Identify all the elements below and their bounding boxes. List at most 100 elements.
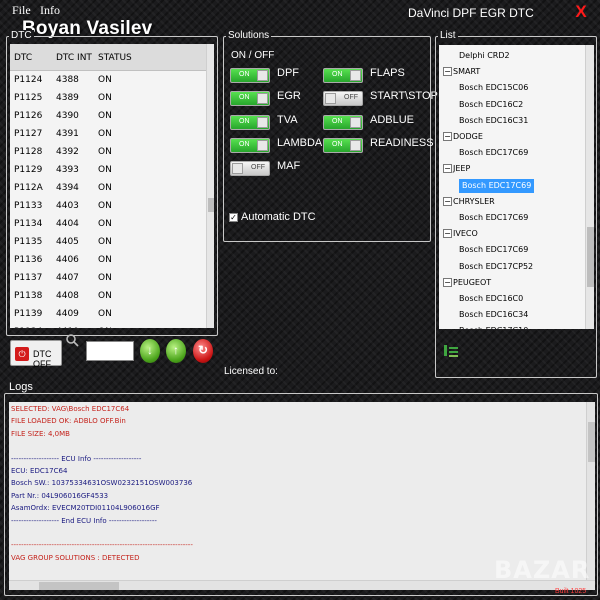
dtc-int-cell: 4405 — [56, 237, 79, 247]
tree-brand-node[interactable]: SMART — [453, 65, 480, 79]
dtc-int-cell: 4390 — [56, 111, 79, 121]
app-title: DaVinci DPF EGR DTC — [408, 6, 534, 20]
tree-tool-icon[interactable] — [443, 343, 459, 359]
delete-button[interactable]: ↻ — [193, 339, 213, 363]
dtc-table-row[interactable]: P1133 4403 ON — [10, 198, 206, 216]
flaps-toggle[interactable]: ON — [323, 68, 363, 83]
list-scrollbar-thumb[interactable] — [587, 227, 594, 287]
tva-toggle[interactable]: ON — [230, 115, 270, 130]
maf-toggle[interactable]: OFF — [230, 161, 270, 176]
tree-ecu-node[interactable]: Bosch EDC17C69 — [459, 146, 528, 160]
tree-ecu-node[interactable]: Bosch EDC16C31 — [459, 114, 528, 128]
tree-ecu-node[interactable]: Bosch EDC17C69 — [459, 178, 535, 193]
logs-vertical-scrollbar-thumb[interactable] — [588, 422, 595, 462]
tree-ecu-node[interactable]: Bosch EDC17C69 — [459, 211, 528, 225]
dtc-table-row[interactable]: P1134 4410 ON — [10, 324, 206, 328]
dtc-table[interactable]: DTC DTC INT STATUS P1124 4388 ON P1125 4389 O… — [10, 44, 214, 328]
tree-expander-icon[interactable]: − — [443, 67, 452, 77]
tree-ecu-node[interactable]: Bosch EDC16C2 — [459, 98, 523, 112]
log-line: ------------------- End ECU Info -------… — [11, 516, 157, 525]
tree-ecu-node[interactable]: Bosch EDC15C06 — [459, 81, 528, 95]
dtc-table-row[interactable]: P1126 4390 ON — [10, 108, 206, 126]
tree-expander-icon[interactable]: − — [443, 132, 452, 141]
dtc-table-row[interactable]: P1135 4405 ON — [10, 234, 206, 252]
move-down-button[interactable]: ↓ — [140, 339, 160, 363]
dtc-int-cell: 4388 — [56, 75, 79, 85]
tree-brand-node[interactable]: DODGE — [453, 130, 483, 144]
dtc-table-row[interactable]: P1129 4393 ON — [10, 162, 206, 180]
tree-ecu-node[interactable]: Bosch EDC17C69 — [459, 243, 528, 257]
tree-ecu-node[interactable]: Bosch EDC17CP52 — [459, 260, 533, 274]
dtc-off-label: DTC OFF — [33, 349, 52, 369]
log-line: SELECTED: VAG\Bosch EDC17C64 — [11, 405, 130, 413]
toggle-knob — [257, 70, 268, 81]
list-scrollbar[interactable] — [585, 45, 594, 329]
dtc-code-cell: P1138 — [14, 291, 43, 301]
egr-toggle[interactable]: ON — [230, 91, 270, 106]
move-up-button[interactable]: ↑ — [166, 339, 186, 363]
logs-panel-label: Logs — [7, 381, 35, 393]
dtc-input[interactable] — [86, 341, 134, 361]
dtc-table-row[interactable]: P1124 4388 ON — [10, 72, 206, 90]
log-line: AsamOrdx: EVECM20TDI01104L906016GF — [11, 504, 160, 513]
solutions-panel-label: Solutions — [226, 30, 272, 41]
dtc-int-cell: 4393 — [56, 165, 79, 175]
toggle-state-label: ON — [239, 118, 250, 125]
tree-brand-node[interactable]: CHRYSLER — [453, 195, 495, 209]
tree-ecu-node[interactable]: Delphi CRD2 — [459, 49, 510, 63]
dtc-table-row[interactable]: P1125 4389 ON — [10, 90, 206, 108]
dtc-off-button[interactable]: ⏻ DTC OFF — [10, 340, 62, 369]
arrow-down-icon: ↓ — [147, 343, 153, 357]
tree-expander-icon[interactable]: − — [443, 229, 452, 239]
dtc-table-scrollbar[interactable] — [206, 44, 214, 328]
adblue-toggle[interactable]: ON — [323, 115, 363, 130]
automatic-dtc-checkbox[interactable]: ✓ — [229, 213, 238, 222]
dtc-status-cell: ON — [98, 111, 112, 121]
toggle-knob — [257, 140, 268, 151]
dtc-table-row[interactable]: P1137 4407 ON — [10, 270, 206, 288]
dtc-column-header[interactable]: DTC — [14, 53, 32, 63]
dtc-int-column-header[interactable]: DTC INT — [56, 53, 92, 63]
tree-ecu-node[interactable]: Bosch EDC16C34 — [459, 308, 528, 322]
dtc-table-row[interactable]: P1134 4404 ON — [10, 216, 206, 234]
dtc-code-cell: P1133 — [14, 201, 43, 211]
dtc-int-cell: 4410 — [56, 327, 79, 328]
dtc-status-cell: ON — [98, 291, 112, 301]
logs-vertical-scrollbar[interactable] — [586, 402, 595, 580]
toggle-state-label: ON — [239, 141, 250, 148]
dtc-table-row[interactable]: P1128 4392 ON — [10, 144, 206, 162]
menu-info[interactable]: Info — [40, 3, 60, 18]
dtc-int-cell: 4392 — [56, 147, 79, 157]
ecu-tree-list[interactable]: Delphi CRD2− SMART Bosch EDC15C06 Bosch EDC… — [439, 45, 594, 329]
tree-ecu-node[interactable]: Bosch EDC17C10 — [459, 324, 528, 329]
dtc-table-row[interactable]: P1127 4391 ON — [10, 126, 206, 144]
start-stop-toggle[interactable]: OFF — [323, 91, 363, 106]
dpf-toggle[interactable]: ON — [230, 68, 270, 83]
tree-expander-icon[interactable]: − — [443, 196, 452, 206]
status-column-header[interactable]: STATUS — [98, 53, 132, 63]
dtc-int-cell: 4409 — [56, 309, 79, 319]
dtc-int-cell: 4394 — [56, 183, 79, 193]
lambda-toggle[interactable]: ON — [230, 138, 270, 153]
tree-expander-icon[interactable]: − — [443, 164, 452, 174]
logs-horizontal-scrollbar-thumb[interactable] — [39, 582, 119, 590]
dtc-table-row[interactable]: P1138 4408 ON — [10, 288, 206, 306]
tree-brand-node[interactable]: JEEP — [453, 162, 470, 176]
tree-expander-icon[interactable]: − — [443, 277, 452, 287]
tree-ecu-node[interactable]: Bosch EDC16C0 — [459, 292, 523, 306]
toggle-knob — [350, 70, 361, 81]
menu-file[interactable]: File — [12, 3, 31, 18]
search-icon[interactable] — [65, 333, 79, 347]
dtc-scrollbar-thumb[interactable] — [208, 198, 214, 212]
close-icon[interactable]: X — [571, 2, 591, 22]
dtc-status-cell: ON — [98, 201, 112, 211]
dtc-table-row[interactable]: P1139 4409 ON — [10, 306, 206, 324]
toggle-state-label: ON — [332, 71, 343, 78]
dtc-table-row[interactable]: P112A 4394 ON — [10, 180, 206, 198]
on-off-header: ON / OFF — [231, 50, 275, 61]
licensed-to-label: Licensed to: — [224, 366, 278, 377]
readiness-toggle[interactable]: ON — [323, 138, 363, 153]
dtc-table-row[interactable]: P1136 4406 ON — [10, 252, 206, 270]
tree-brand-node[interactable]: PEUGEOT — [453, 276, 491, 290]
tree-brand-node[interactable]: IVECO — [453, 227, 478, 241]
